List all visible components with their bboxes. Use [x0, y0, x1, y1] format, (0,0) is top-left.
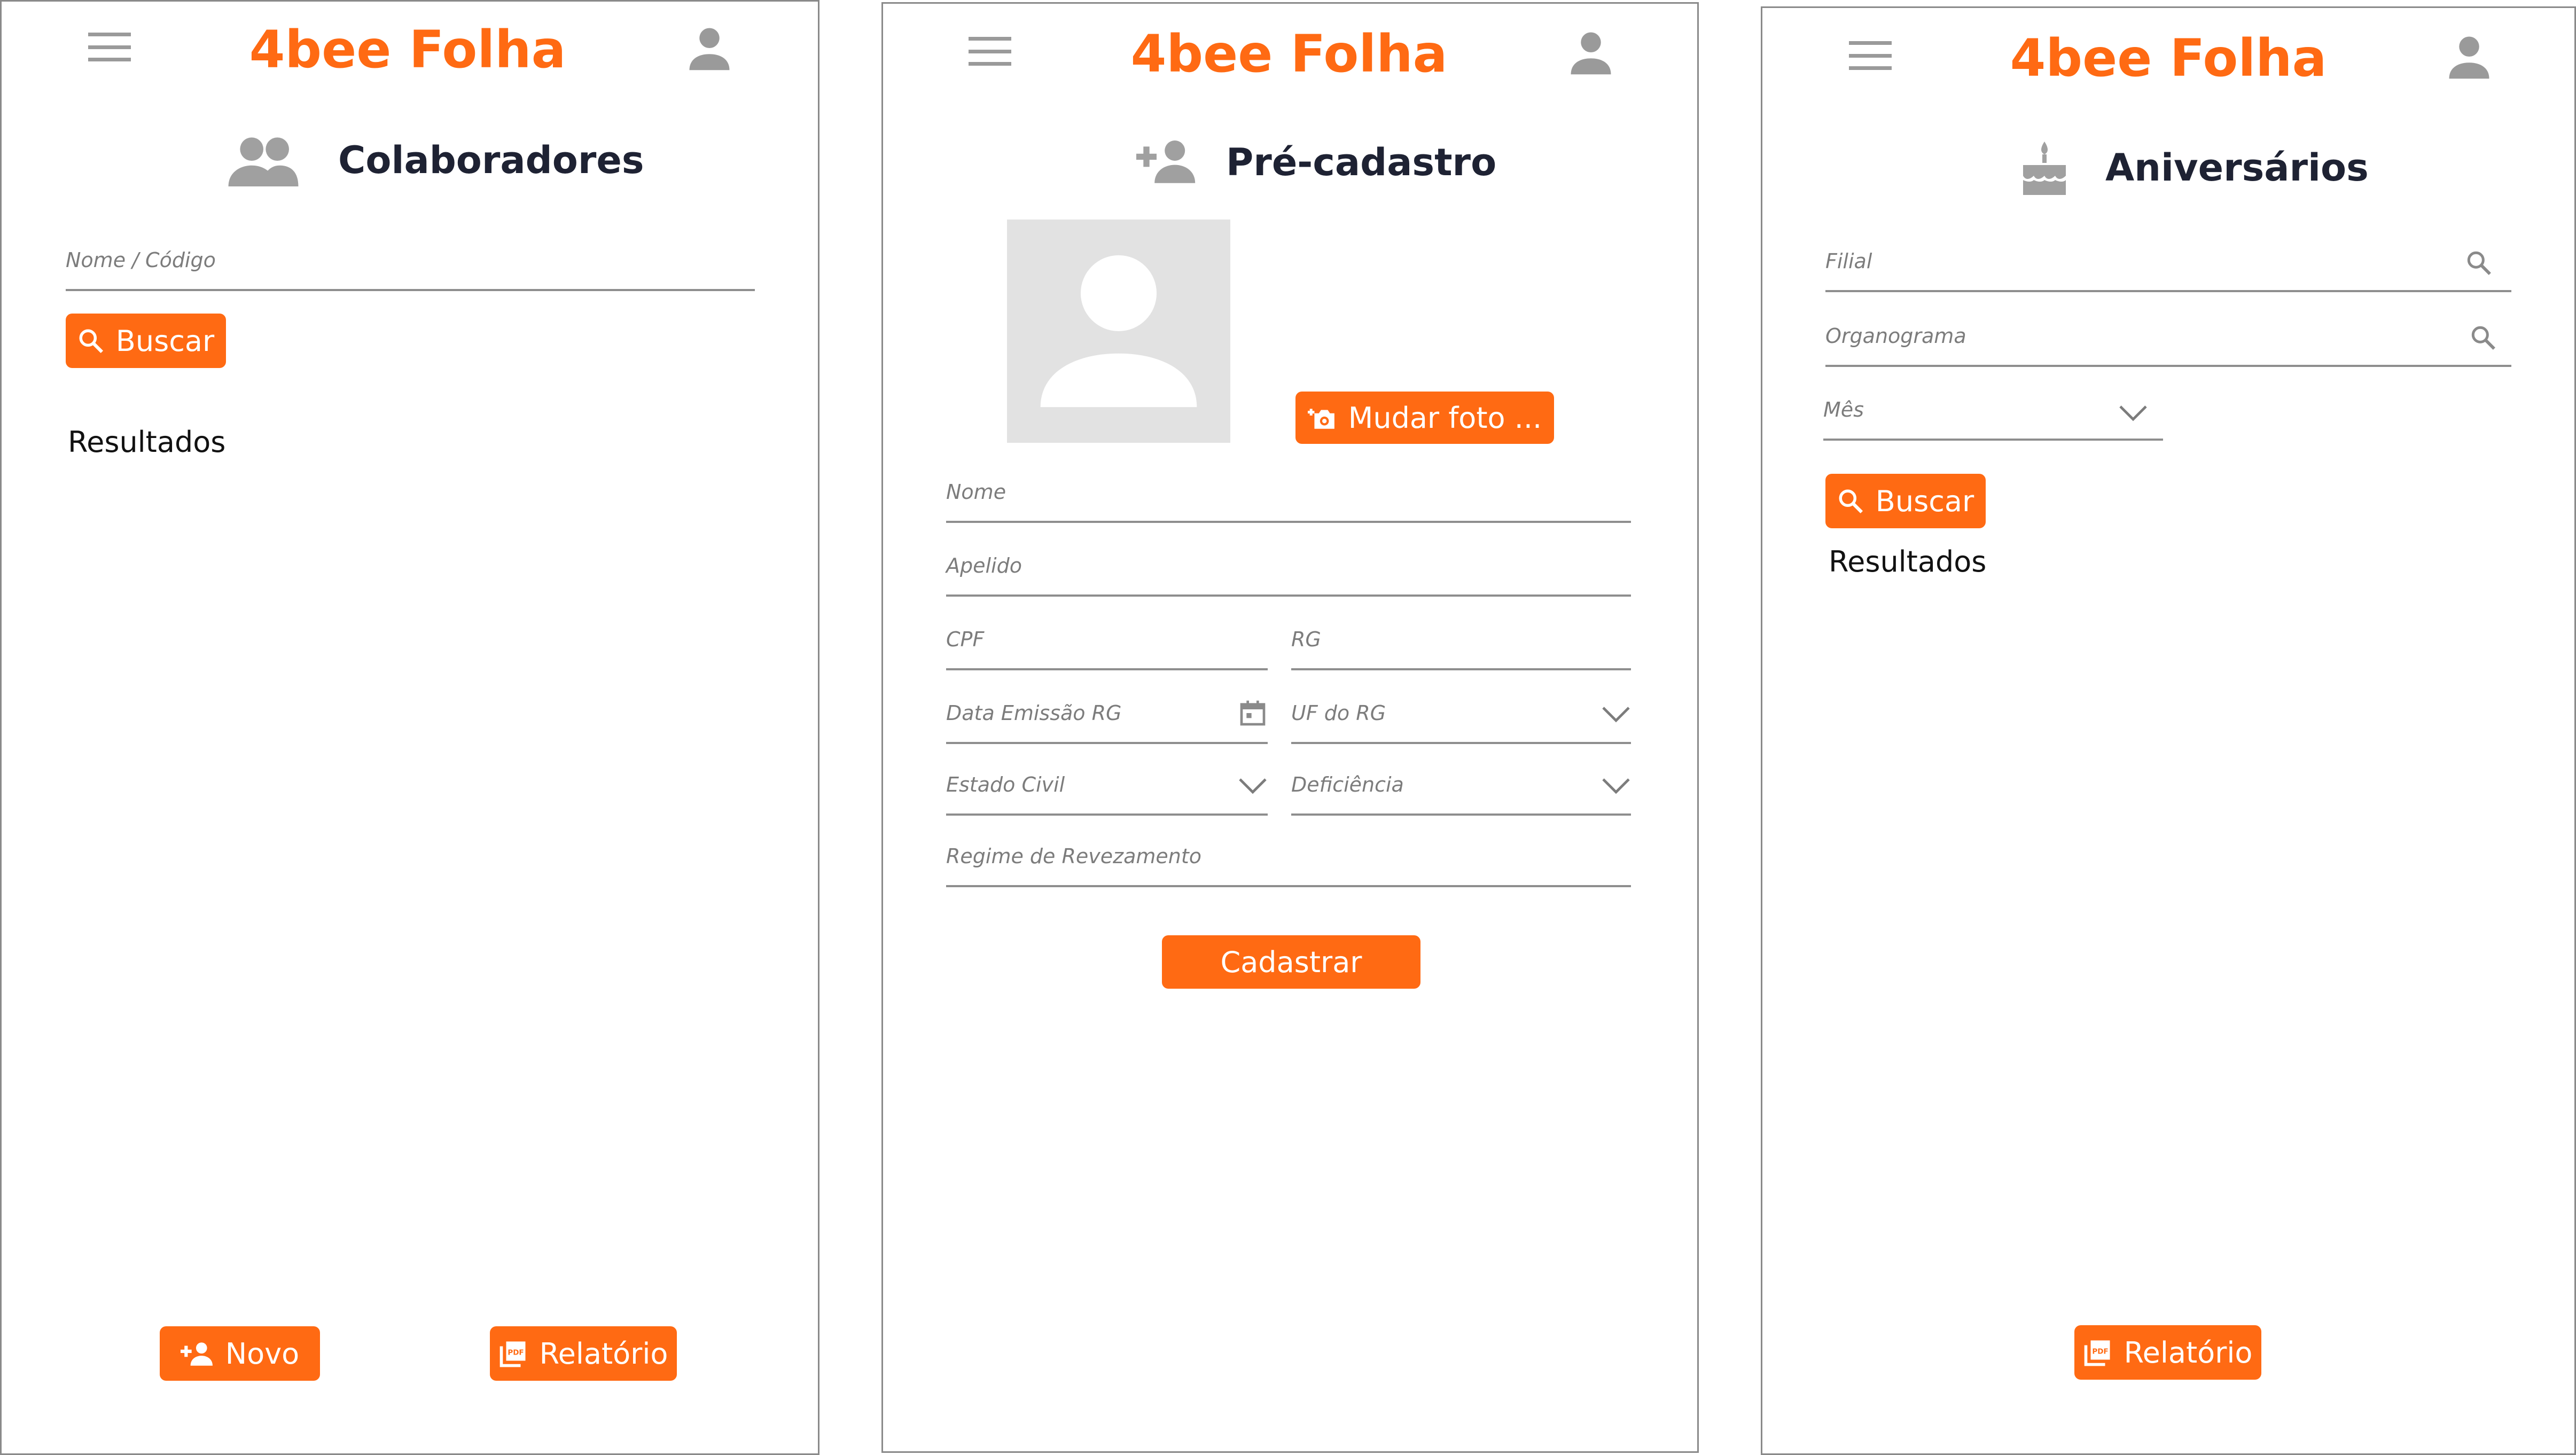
change-photo-button[interactable]: Mudar foto ...	[1295, 392, 1554, 444]
results-label: Resultados	[1829, 545, 1987, 578]
rg-placeholder: RG	[1291, 628, 1321, 651]
avatar-placeholder-icon	[1040, 255, 1197, 408]
deficiencia-placeholder: Deficiência	[1291, 773, 1404, 796]
apelido-field[interactable]: Apelido	[946, 547, 1631, 597]
person-add-icon	[1136, 138, 1197, 185]
estado-civil-select[interactable]: Estado Civil	[946, 766, 1268, 816]
user-account-icon[interactable]	[685, 24, 733, 72]
search-icon[interactable]	[2465, 249, 2492, 278]
app-brand: 4bee Folha	[2010, 28, 2327, 88]
menu-icon[interactable]	[88, 33, 131, 61]
change-photo-label: Mudar foto ...	[1348, 401, 1542, 435]
regime-revezamento-field[interactable]: Regime de Revezamento	[946, 838, 1631, 887]
app-brand: 4bee Folha	[1130, 24, 1448, 84]
search-input-placeholder: Nome / Código	[66, 248, 216, 272]
chevron-down-icon	[1238, 777, 1268, 796]
uf-rg-placeholder: UF do RG	[1291, 701, 1386, 725]
group-icon	[228, 135, 299, 189]
data-emissao-rg-field[interactable]: Data Emissão RG	[946, 695, 1268, 744]
new-button-label: Novo	[225, 1336, 300, 1371]
screen-aniversarios: 4bee Folha Aniversários Filial Organogra…	[1761, 6, 2576, 1455]
report-button[interactable]: PDF Relatório	[490, 1326, 677, 1381]
chevron-down-icon	[1601, 777, 1631, 796]
search-button-label: Buscar	[115, 324, 215, 358]
deficiencia-select[interactable]: Deficiência	[1291, 766, 1631, 816]
chevron-down-icon	[1601, 706, 1631, 725]
search-button[interactable]: Buscar	[1825, 474, 1986, 528]
uf-rg-select[interactable]: UF do RG	[1291, 695, 1631, 744]
chevron-down-icon	[2118, 404, 2148, 424]
rg-field[interactable]: RG	[1291, 621, 1631, 670]
nome-placeholder: Nome	[946, 480, 1006, 504]
cadastrar-button[interactable]: Cadastrar	[1162, 935, 1420, 989]
mes-placeholder: Mês	[1823, 398, 1864, 421]
page-title: Colaboradores	[338, 138, 644, 182]
cpf-field[interactable]: CPF	[946, 621, 1268, 670]
search-icon	[1837, 488, 1864, 514]
filial-placeholder: Filial	[1825, 249, 1872, 273]
user-account-icon[interactable]	[1567, 28, 1615, 76]
report-button-label: Relatório	[2124, 1335, 2253, 1370]
calendar-icon[interactable]	[1238, 698, 1268, 730]
page-title: Pré-cadastro	[1226, 140, 1497, 184]
estado-civil-placeholder: Estado Civil	[946, 773, 1065, 796]
app-brand: 4bee Folha	[249, 20, 566, 80]
report-button[interactable]: PDF Relatório	[2074, 1325, 2261, 1380]
cake-icon	[2019, 139, 2070, 197]
svg-text:PDF: PDF	[2092, 1347, 2108, 1356]
menu-icon[interactable]	[1849, 41, 1892, 70]
pdf-icon: PDF	[499, 1339, 528, 1368]
organograma-search-field[interactable]: Organograma	[1825, 318, 2511, 367]
regime-revezamento-placeholder: Regime de Revezamento	[946, 844, 1202, 868]
search-button-label: Buscar	[1875, 484, 1974, 518]
nome-field[interactable]: Nome	[946, 474, 1631, 523]
apelido-placeholder: Apelido	[946, 554, 1022, 577]
new-button[interactable]: Novo	[160, 1326, 320, 1381]
add-photo-icon	[1307, 404, 1337, 431]
page-title: Aniversários	[2105, 146, 2369, 190]
search-button[interactable]: Buscar	[66, 314, 226, 368]
results-label: Resultados	[68, 425, 226, 459]
person-add-icon	[180, 1341, 214, 1366]
cadastrar-button-label: Cadastrar	[1220, 945, 1362, 979]
filial-search-field[interactable]: Filial	[1825, 243, 2511, 292]
data-emissao-rg-placeholder: Data Emissão RG	[946, 701, 1122, 725]
search-input[interactable]: Nome / Código	[66, 242, 755, 291]
screen-colaboradores: 4bee Folha Colaboradores Nome / Código B…	[0, 0, 819, 1455]
search-icon	[77, 327, 104, 354]
svg-text:PDF: PDF	[508, 1348, 524, 1357]
user-account-icon[interactable]	[2445, 33, 2493, 81]
mes-select[interactable]: Mês	[1823, 392, 2163, 441]
menu-icon[interactable]	[969, 37, 1011, 66]
report-button-label: Relatório	[539, 1336, 668, 1371]
profile-photo	[1007, 220, 1230, 443]
screen-pre-cadastro: 4bee Folha Pré-cadastro Mudar foto ... N…	[881, 2, 1699, 1453]
pdf-icon: PDF	[2083, 1338, 2112, 1367]
organograma-placeholder: Organograma	[1825, 324, 1966, 348]
search-icon[interactable]	[2470, 324, 2496, 353]
cpf-placeholder: CPF	[946, 628, 985, 651]
